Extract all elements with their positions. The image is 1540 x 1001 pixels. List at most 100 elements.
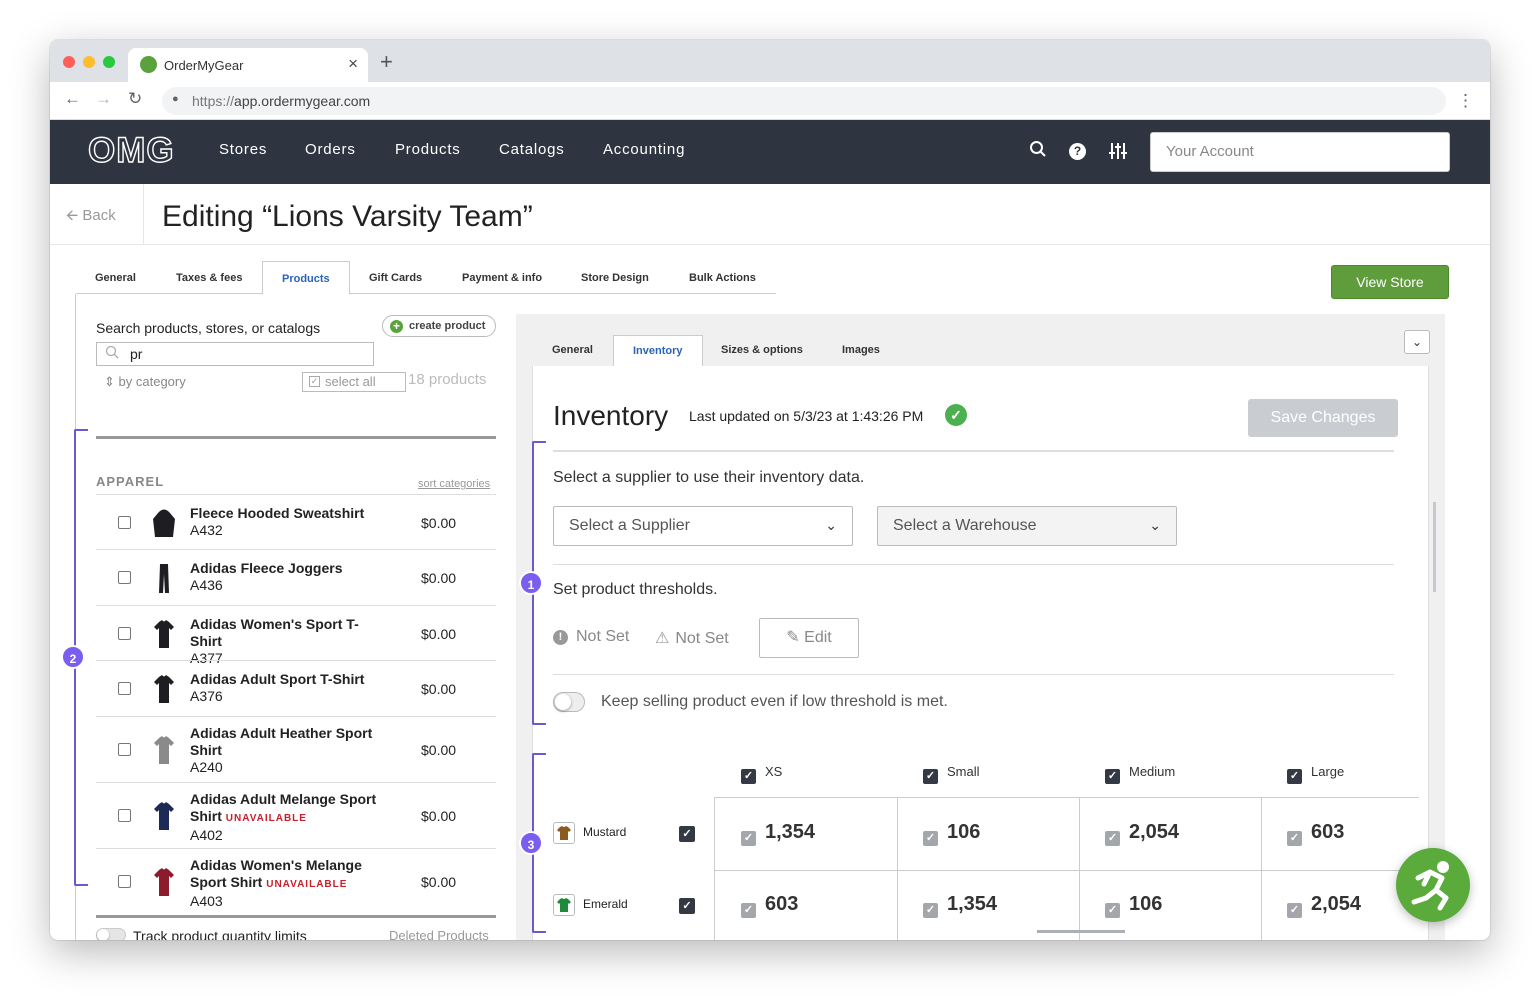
inventory-grid: ✓ 1,354 ✓ 106 ✓ 2,054 ✓ 603 ✓ 603 ✓ 1,354 ✓ 106 ✓ 2,054 (714, 797, 1420, 940)
product-row[interactable]: Fleece Hooded Sweatshirt A432 $0.00 (96, 494, 496, 549)
tab-product-general[interactable]: General (552, 344, 593, 356)
product-price: $0.00 (421, 681, 457, 697)
checked-box-icon: ✓ (741, 903, 756, 918)
color-row-emerald: Emerald (553, 894, 628, 916)
inventory-cell[interactable]: ✓ 1,354 (741, 821, 815, 846)
product-checkbox[interactable] (118, 626, 131, 640)
category-heading: APPAREL (96, 474, 165, 489)
search-icon[interactable] (1029, 140, 1047, 163)
size-header-xs[interactable]: ✓ XS (741, 764, 782, 784)
tab-bulk-actions[interactable]: Bulk Actions (689, 272, 756, 284)
select-all-button[interactable]: ✓ select all (302, 372, 406, 392)
check-circle-icon: ✓ (945, 404, 967, 426)
deleted-products-link[interactable]: Deleted Products (389, 928, 489, 940)
create-product-button[interactable]: + create product (382, 315, 496, 337)
warehouse-select[interactable]: Select a Warehouse ⌄ (877, 506, 1177, 546)
nav-catalogs[interactable]: Catalogs (499, 141, 565, 158)
product-row[interactable]: Adidas Women's Sport T-Shirt A377 $0.00 (96, 605, 496, 666)
runner-help-button[interactable] (1396, 848, 1470, 922)
inventory-cell[interactable]: ✓ 106 (1105, 893, 1162, 918)
save-changes-button[interactable]: Save Changes (1248, 399, 1398, 437)
horizontal-scrollbar[interactable] (1037, 930, 1125, 933)
product-title: Adidas Adult Sport T-Shirt (190, 671, 365, 687)
checked-box-icon: ✓ (1287, 831, 1302, 846)
back-arrow-icon[interactable]: ← (64, 89, 81, 109)
nav-accounting[interactable]: Accounting (603, 141, 685, 158)
product-detail-panel: General Inventory Sizes & options Images… (516, 314, 1445, 940)
size-header-large[interactable]: ✓ Large (1287, 764, 1344, 784)
checked-box-icon: ✓ (923, 831, 938, 846)
nav-products[interactable]: Products (395, 141, 461, 158)
title-row: 🡨 Back Editing “Lions Varsity Team” (50, 184, 1490, 245)
edit-thresholds-button[interactable]: ✎ Edit (759, 618, 859, 658)
tab-taxes-fees[interactable]: Taxes & fees (176, 272, 242, 284)
maximize-window-button[interactable] (103, 56, 115, 68)
help-icon[interactable]: ? (1069, 143, 1086, 160)
row-checkbox[interactable]: ✓ (679, 826, 695, 842)
inventory-cell[interactable]: ✓ 2,054 (1287, 893, 1361, 918)
tab-sizes-options[interactable]: Sizes & options (721, 344, 803, 356)
tab-store-design[interactable]: Store Design (581, 272, 649, 284)
row-checkbox[interactable]: ✓ (679, 898, 695, 914)
section-divider (553, 564, 1394, 565)
collapse-chevron-icon[interactable]: ⌄ (1404, 330, 1430, 354)
forward-arrow-icon[interactable]: → (95, 89, 112, 109)
back-button[interactable]: 🡨 Back (66, 205, 116, 230)
inventory-cell[interactable]: ✓ 1,354 (923, 893, 997, 918)
inventory-cell[interactable]: ✓ 603 (1287, 821, 1344, 846)
nav-stores[interactable]: Stores (219, 141, 267, 158)
vertical-scrollbar[interactable] (1433, 502, 1436, 592)
inventory-cell[interactable]: ✓ 2,054 (1105, 821, 1179, 846)
keep-selling-toggle[interactable] (553, 692, 585, 712)
size-header-medium[interactable]: ✓ Medium (1105, 764, 1175, 784)
tab-images[interactable]: Images (842, 344, 880, 356)
new-tab-icon[interactable]: + (380, 49, 393, 75)
close-window-button[interactable] (63, 56, 75, 68)
tab-inventory[interactable]: Inventory (613, 335, 703, 368)
reload-icon[interactable]: ↻ (128, 89, 142, 109)
grid-divider (897, 798, 898, 940)
product-row[interactable]: Adidas Adult Heather Sport Shirt A240 $0.0… (96, 716, 496, 782)
product-checkbox[interactable] (118, 809, 131, 822)
checked-box-icon: ✓ (923, 903, 938, 918)
product-row[interactable]: Adidas Adult Sport T-Shirt A376 $0.00 (96, 660, 496, 716)
product-checkbox[interactable] (118, 515, 131, 529)
checked-box-icon: ✓ (1105, 831, 1120, 846)
product-checkbox[interactable] (118, 743, 131, 756)
app-header: OMG Stores Orders Products Catalogs Acco… (50, 120, 1490, 184)
omg-logo[interactable]: OMG (87, 130, 175, 171)
size-header-small[interactable]: ✓ Small (923, 764, 980, 784)
sort-by-category[interactable]: ⇕ by category (104, 374, 186, 390)
supplier-prompt: Select a supplier to use their inventory… (553, 469, 865, 486)
product-sku: A376 (190, 688, 223, 704)
search-input[interactable]: pr (96, 342, 374, 366)
browser-menu-icon[interactable]: ⋮ (1457, 91, 1474, 111)
product-row[interactable]: Adidas Fleece Joggers A436 $0.00 (96, 549, 496, 605)
product-row[interactable]: Adidas Women's Melange Sport Shirt UNAVA… (96, 848, 496, 914)
sliders-icon[interactable] (1109, 142, 1127, 165)
color-name: Mustard (583, 825, 627, 840)
tab-gift-cards[interactable]: Gift Cards (369, 272, 422, 284)
nav-orders[interactable]: Orders (305, 141, 356, 158)
view-store-button[interactable]: View Store (1331, 265, 1449, 299)
checked-box-icon: ✓ (1105, 769, 1120, 784)
tab-payment-info[interactable]: Payment & info (462, 272, 542, 284)
browser-tab[interactable]: OrderMyGear × (128, 48, 368, 82)
inventory-cell[interactable]: ✓ 106 (923, 821, 980, 846)
inventory-quantity: 106 (947, 821, 981, 843)
url-field[interactable]: ● https://app.ordermygear.com (162, 87, 1446, 115)
tab-general[interactable]: General (95, 272, 136, 284)
inventory-cell[interactable]: ✓ 603 (741, 893, 798, 918)
product-checkbox[interactable] (118, 682, 131, 695)
track-quantity-toggle[interactable] (96, 928, 126, 940)
account-input[interactable]: Your Account (1150, 132, 1450, 172)
product-checkbox[interactable] (118, 875, 131, 888)
minimize-window-button[interactable] (83, 56, 95, 68)
supplier-select[interactable]: Select a Supplier ⌄ (553, 506, 853, 546)
sort-categories-link[interactable]: sort categories (418, 478, 490, 490)
product-row[interactable]: Adidas Adult Melange Sport Shirt UNAVAIL… (96, 782, 496, 848)
tab-close-icon[interactable]: × (348, 54, 358, 74)
chevron-down-icon: ⌄ (1149, 517, 1161, 533)
product-checkbox[interactable] (118, 571, 131, 584)
tab-products[interactable]: Products (262, 261, 350, 295)
